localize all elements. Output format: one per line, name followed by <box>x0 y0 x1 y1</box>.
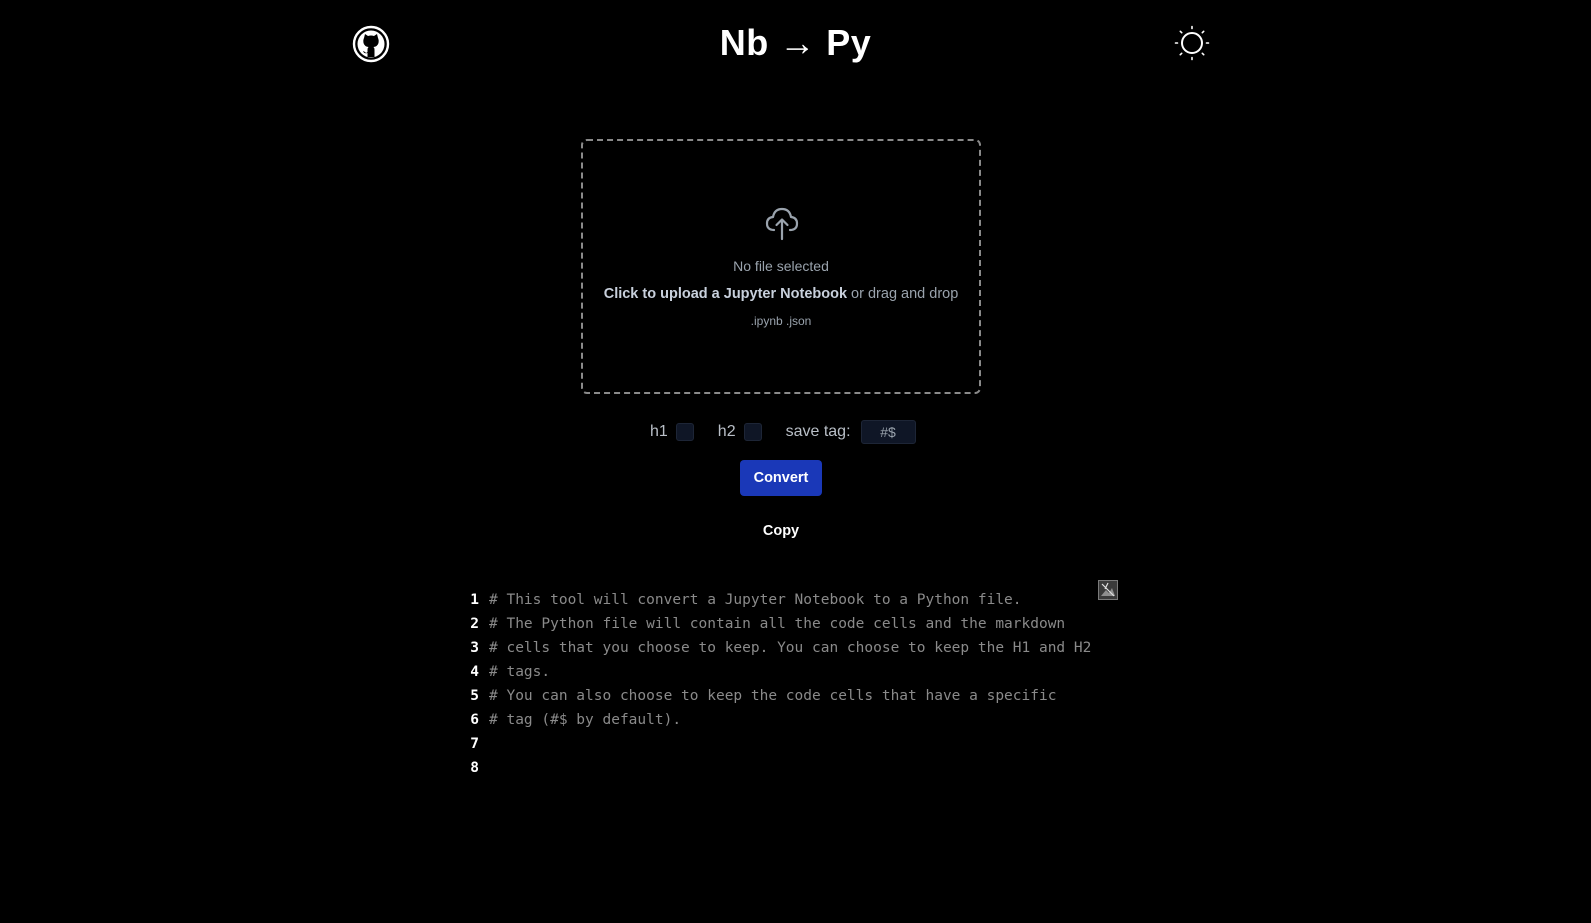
options-row: h1 h2 save tag: <box>650 420 916 444</box>
line-text: # cells that you choose to keep. You can… <box>489 640 1092 656</box>
line-text: # tags. <box>489 664 551 680</box>
save-tag-input[interactable] <box>860 420 916 444</box>
line-text: # The Python file will contain all the c… <box>489 616 1066 632</box>
line-number: 3 <box>470 640 479 656</box>
cloud-upload-icon <box>763 203 801 241</box>
code-line: 7 <box>455 732 1125 756</box>
line-text: # This tool will convert a Jupyter Noteb… <box>489 592 1022 608</box>
page: Nb → Py No file selected Click to upload… <box>0 0 1591 923</box>
copy-button[interactable]: Copy <box>752 520 810 542</box>
line-number: 7 <box>470 736 479 752</box>
drag-drop-text: or drag and drop <box>847 286 959 302</box>
upload-instructions: Click to upload a Jupyter Notebook or dr… <box>583 286 979 302</box>
code-output[interactable]: 1 # This tool will convert a Jupyter Note… <box>455 588 1125 818</box>
code-line: 8 <box>455 756 1125 780</box>
code-line: 4 # tags. <box>455 660 1125 684</box>
file-dropzone[interactable]: No file selected Click to upload a Jupyt… <box>581 139 981 394</box>
sun-icon[interactable] <box>1174 25 1210 61</box>
line-text: # tag (#$ by default). <box>489 712 682 728</box>
page-title: Nb → Py <box>719 22 872 63</box>
code-line: 6 # tag (#$ by default). <box>455 708 1125 732</box>
code-line: 3 # cells that you choose to keep. You ca… <box>455 636 1125 660</box>
upload-link[interactable]: Click to upload a Jupyter Notebook <box>604 286 847 302</box>
line-number: 2 <box>470 616 479 632</box>
line-number: 8 <box>470 760 479 776</box>
convert-button[interactable]: Convert <box>740 460 822 496</box>
line-number: 6 <box>470 712 479 728</box>
h1-label: h1 <box>650 423 668 440</box>
line-number: 1 <box>470 592 479 608</box>
code-line: 1 # This tool will convert a Jupyter Note… <box>455 588 1125 612</box>
file-status: No file selected <box>733 258 829 274</box>
accepted-file-types: .ipynb .json <box>750 314 812 328</box>
code-line: 2 # The Python file will contain all the … <box>455 612 1125 636</box>
h2-checkbox[interactable] <box>743 423 762 441</box>
save-tag-label: save tag: <box>785 423 851 440</box>
broken-image-icon <box>1098 580 1118 600</box>
code-line: 5 # You can also choose to keep the code … <box>455 684 1125 708</box>
h2-label: h2 <box>717 423 736 440</box>
h1-checkbox[interactable] <box>675 423 694 441</box>
line-number: 5 <box>470 688 479 704</box>
line-text: # You can also choose to keep the code c… <box>489 688 1057 704</box>
line-number: 4 <box>470 664 479 680</box>
